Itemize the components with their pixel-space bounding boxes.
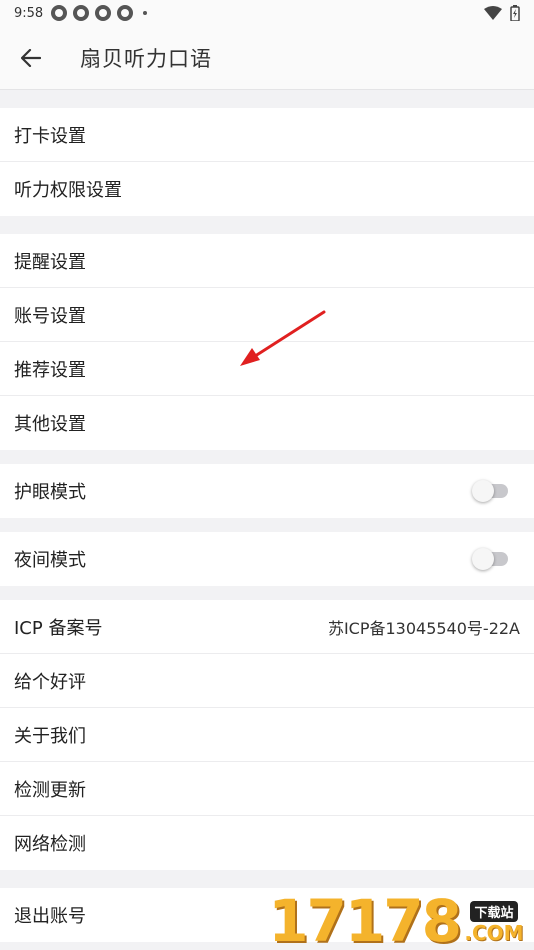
section-gap	[0, 90, 534, 108]
check-update-item[interactable]: 检测更新	[0, 762, 534, 816]
section-gap	[0, 518, 534, 532]
watermark-number: 17178	[268, 887, 462, 950]
about-us-item[interactable]: 关于我们	[0, 708, 534, 762]
notification-app-icon	[73, 5, 90, 21]
notification-app-icon	[51, 5, 68, 21]
item-label: 退出账号	[14, 906, 86, 927]
network-check-item[interactable]: 网络检测	[0, 816, 534, 870]
item-label: 护眼模式	[14, 482, 86, 503]
page-title: 扇贝听力口语	[80, 46, 212, 71]
more-notifications-icon	[143, 11, 148, 15]
night-mode-toggle[interactable]	[472, 548, 508, 570]
watermark-suffix: .COM	[464, 921, 524, 945]
reminder-settings-item[interactable]: 提醒设置	[0, 234, 534, 288]
night-mode-item: 夜间模式	[0, 532, 534, 586]
item-label: 提醒设置	[14, 251, 86, 273]
item-label: 听力权限设置	[14, 180, 122, 201]
item-label: 网络检测	[14, 834, 86, 855]
watermark-logo: 17178 下载站 .COM	[268, 886, 534, 950]
rate-app-item[interactable]: 给个好评	[0, 654, 534, 708]
icp-record-value: 苏ICP备13045540号-22A	[327, 618, 520, 638]
other-settings-item[interactable]: 其他设置	[0, 396, 534, 450]
item-label: 打卡设置	[14, 125, 86, 147]
status-bar: 9:58	[0, 0, 534, 26]
item-label: 其他设置	[14, 414, 86, 435]
status-time: 9:58	[14, 5, 44, 21]
eye-care-mode-item: 护眼模式	[0, 464, 534, 518]
item-label: 账号设置	[14, 305, 86, 327]
app-bar: 扇贝听力口语	[0, 26, 534, 90]
battery-icon	[510, 5, 520, 21]
red-arrow-annotation-icon	[240, 310, 326, 366]
toggle-knob	[472, 548, 494, 570]
item-label: 夜间模式	[14, 550, 86, 571]
toggle-knob	[472, 480, 494, 502]
settings-group-checkin: 打卡设置 听力权限设置	[0, 108, 534, 216]
watermark-tag: 下载站	[470, 901, 518, 922]
item-label: 关于我们	[14, 725, 86, 747]
item-label: ICP 备案号	[14, 617, 103, 639]
item-label: 检测更新	[14, 779, 86, 801]
icp-record-item[interactable]: ICP 备案号 苏ICP备13045540号-22A	[0, 600, 534, 654]
notification-icons	[51, 5, 148, 21]
notification-app-icon	[117, 5, 134, 21]
notification-app-icon	[95, 5, 112, 21]
item-label: 推荐设置	[14, 359, 86, 381]
back-button[interactable]	[0, 26, 62, 90]
settings-group-about: ICP 备案号 苏ICP备13045540号-22A 给个好评 关于我们 检测更…	[0, 600, 534, 870]
eye-care-toggle[interactable]	[472, 480, 508, 502]
section-gap	[0, 450, 534, 464]
settings-group-eye: 护眼模式	[0, 464, 534, 518]
checkin-settings-item[interactable]: 打卡设置	[0, 108, 534, 162]
watermark-badge: 下载站 .COM	[458, 901, 530, 944]
wifi-icon	[484, 6, 502, 20]
listening-permission-item[interactable]: 听力权限设置	[0, 162, 534, 216]
arrow-left-icon	[21, 48, 41, 67]
item-label: 给个好评	[14, 671, 86, 693]
section-gap	[0, 216, 534, 234]
settings-group-night: 夜间模式	[0, 532, 534, 586]
section-gap	[0, 586, 534, 600]
